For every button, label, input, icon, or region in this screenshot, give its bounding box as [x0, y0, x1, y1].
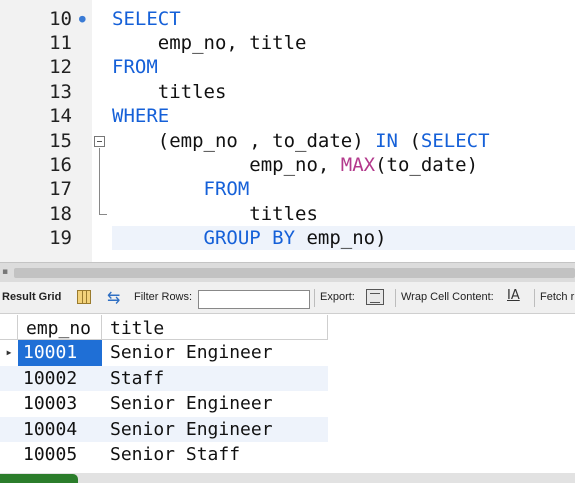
line-number: 18	[49, 202, 72, 225]
code-line[interactable]: 15 (emp_no , to_date) IN (SELECT	[0, 129, 575, 153]
wrap-cell-content-label: Wrap Cell Content:	[401, 291, 494, 303]
export-label: Export:	[320, 291, 355, 303]
cell-emp-no[interactable]: 10001	[18, 340, 102, 366]
sql-keyword: FROM	[112, 56, 158, 79]
code-text[interactable]: SELECT	[112, 7, 181, 31]
fold-guide-line	[99, 148, 100, 214]
row-indicator-icon[interactable]	[0, 366, 18, 392]
toolbar-divider	[395, 289, 396, 307]
line-number: 15	[49, 129, 72, 152]
sql-token: emp_no, title	[112, 31, 307, 54]
sql-token: titles	[112, 80, 227, 103]
line-number: 19	[49, 227, 72, 250]
table-row[interactable]: 10004 Senior Engineer	[0, 416, 328, 443]
row-indicator-icon[interactable]	[0, 442, 18, 468]
code-text[interactable]: emp_no, title	[112, 31, 307, 55]
code-text[interactable]: (emp_no , to_date) IN (SELECT	[112, 129, 490, 153]
code-line[interactable]: 13 titles	[0, 80, 575, 104]
code-line[interactable]: 12 FROM	[0, 55, 575, 79]
code-text[interactable]: GROUP BY emp_no)	[112, 226, 387, 250]
wrap-cell-icon[interactable]: IA	[507, 288, 520, 303]
code-line[interactable]: 19 GROUP BY emp_no)	[0, 226, 575, 250]
code-line[interactable]: 10 ● SELECT	[0, 7, 575, 31]
sql-keyword: SELECT	[112, 7, 181, 30]
grid-layout-icon[interactable]	[77, 290, 91, 304]
sql-token: titles	[112, 202, 318, 225]
sql-editor[interactable]: 10 ● SELECT 11 emp_no, title 12 FROM 13 titles…	[0, 0, 575, 262]
line-number: 17	[49, 178, 72, 201]
sql-function: MAX	[340, 153, 376, 176]
row-indicator-header	[0, 315, 18, 340]
row-indicator-icon[interactable]	[0, 417, 18, 443]
fetch-rows-label: Fetch r	[540, 291, 575, 303]
fold-toggle-icon[interactable]	[94, 136, 105, 147]
result-toolbar: Result Grid ⇆ Filter Rows: Export: Wrap …	[0, 282, 575, 314]
editor-results-splitter[interactable]: ▪	[0, 262, 575, 282]
code-line[interactable]: 14 WHERE	[0, 104, 575, 128]
cell-emp-no[interactable]: 10003	[18, 391, 102, 417]
cell-title[interactable]: Senior Engineer	[102, 417, 328, 443]
sql-keyword: SELECT	[420, 129, 490, 152]
result-grid: emp_no title ▶ 10001 Senior Engineer 10002 S…	[0, 315, 575, 473]
horizontal-scrollbar-thumb[interactable]	[14, 268, 575, 278]
line-number: 12	[49, 56, 72, 79]
status-strip	[0, 473, 575, 483]
cell-emp-no[interactable]: 10005	[18, 442, 102, 468]
cell-title[interactable]: Staff	[102, 366, 328, 392]
sql-token: emp_no,	[112, 153, 341, 176]
line-number: 10	[49, 7, 72, 30]
code-line[interactable]: 11 emp_no, title	[0, 31, 575, 55]
table-row[interactable]: 10002 Staff	[0, 365, 328, 392]
cell-emp-no[interactable]: 10004	[18, 417, 102, 443]
grid-header: emp_no title	[0, 315, 575, 340]
sql-token: (to_date)	[375, 153, 479, 176]
table-row[interactable]: ▶ 10001 Senior Engineer	[0, 340, 328, 366]
splitter-grip-icon[interactable]: ▪	[2, 267, 8, 277]
sql-keyword: IN	[375, 129, 398, 152]
column-header-emp-no[interactable]: emp_no	[18, 315, 102, 340]
line-number: 13	[49, 80, 72, 103]
code-text[interactable]: emp_no, MAX(to_date)	[112, 153, 478, 177]
cell-title[interactable]: Senior Engineer	[102, 340, 328, 366]
filter-rows-label: Filter Rows:	[134, 291, 193, 303]
sql-keyword: WHERE	[112, 105, 170, 128]
fold-guide-end	[99, 214, 107, 215]
result-grid-tab[interactable]: Result Grid	[2, 291, 61, 303]
code-line[interactable]: 16 emp_no, MAX(to_date)	[0, 153, 575, 177]
cell-title[interactable]: Senior Staff	[102, 442, 328, 468]
sql-token: emp_no)	[295, 227, 387, 250]
column-header-title[interactable]: title	[102, 315, 328, 340]
statement-marker-icon: ●	[79, 11, 86, 25]
sql-token: (emp_no , to_date)	[112, 129, 376, 152]
table-row[interactable]: 10005 Senior Staff	[0, 442, 328, 468]
refresh-icon[interactable]: ⇆	[107, 288, 120, 308]
code-text[interactable]: WHERE	[112, 104, 169, 128]
status-indicator	[0, 474, 78, 483]
cell-title[interactable]: Senior Engineer	[102, 391, 328, 417]
line-number: 11	[49, 31, 72, 54]
toolbar-divider	[314, 289, 315, 307]
sql-keyword: FROM	[203, 178, 250, 201]
export-icon[interactable]	[366, 289, 384, 305]
code-text[interactable]: titles	[112, 202, 318, 226]
table-row[interactable]: 10003 Senior Engineer	[0, 391, 328, 417]
row-indicator-icon[interactable]	[0, 391, 18, 417]
line-number: 16	[49, 153, 72, 176]
toolbar-divider	[534, 289, 535, 307]
sql-keyword: GROUP BY	[203, 227, 296, 250]
code-line[interactable]: 17 FROM	[0, 177, 575, 201]
code-text[interactable]: FROM	[112, 55, 158, 79]
filter-rows-input[interactable]	[198, 290, 310, 309]
sql-token: (	[398, 129, 421, 152]
cell-emp-no[interactable]: 10002	[18, 366, 102, 392]
code-text[interactable]: FROM	[112, 177, 250, 201]
code-text[interactable]: titles	[112, 80, 227, 104]
code-line[interactable]: 18 titles	[0, 202, 575, 226]
line-number: 14	[49, 105, 72, 128]
row-indicator-icon[interactable]: ▶	[0, 340, 18, 366]
